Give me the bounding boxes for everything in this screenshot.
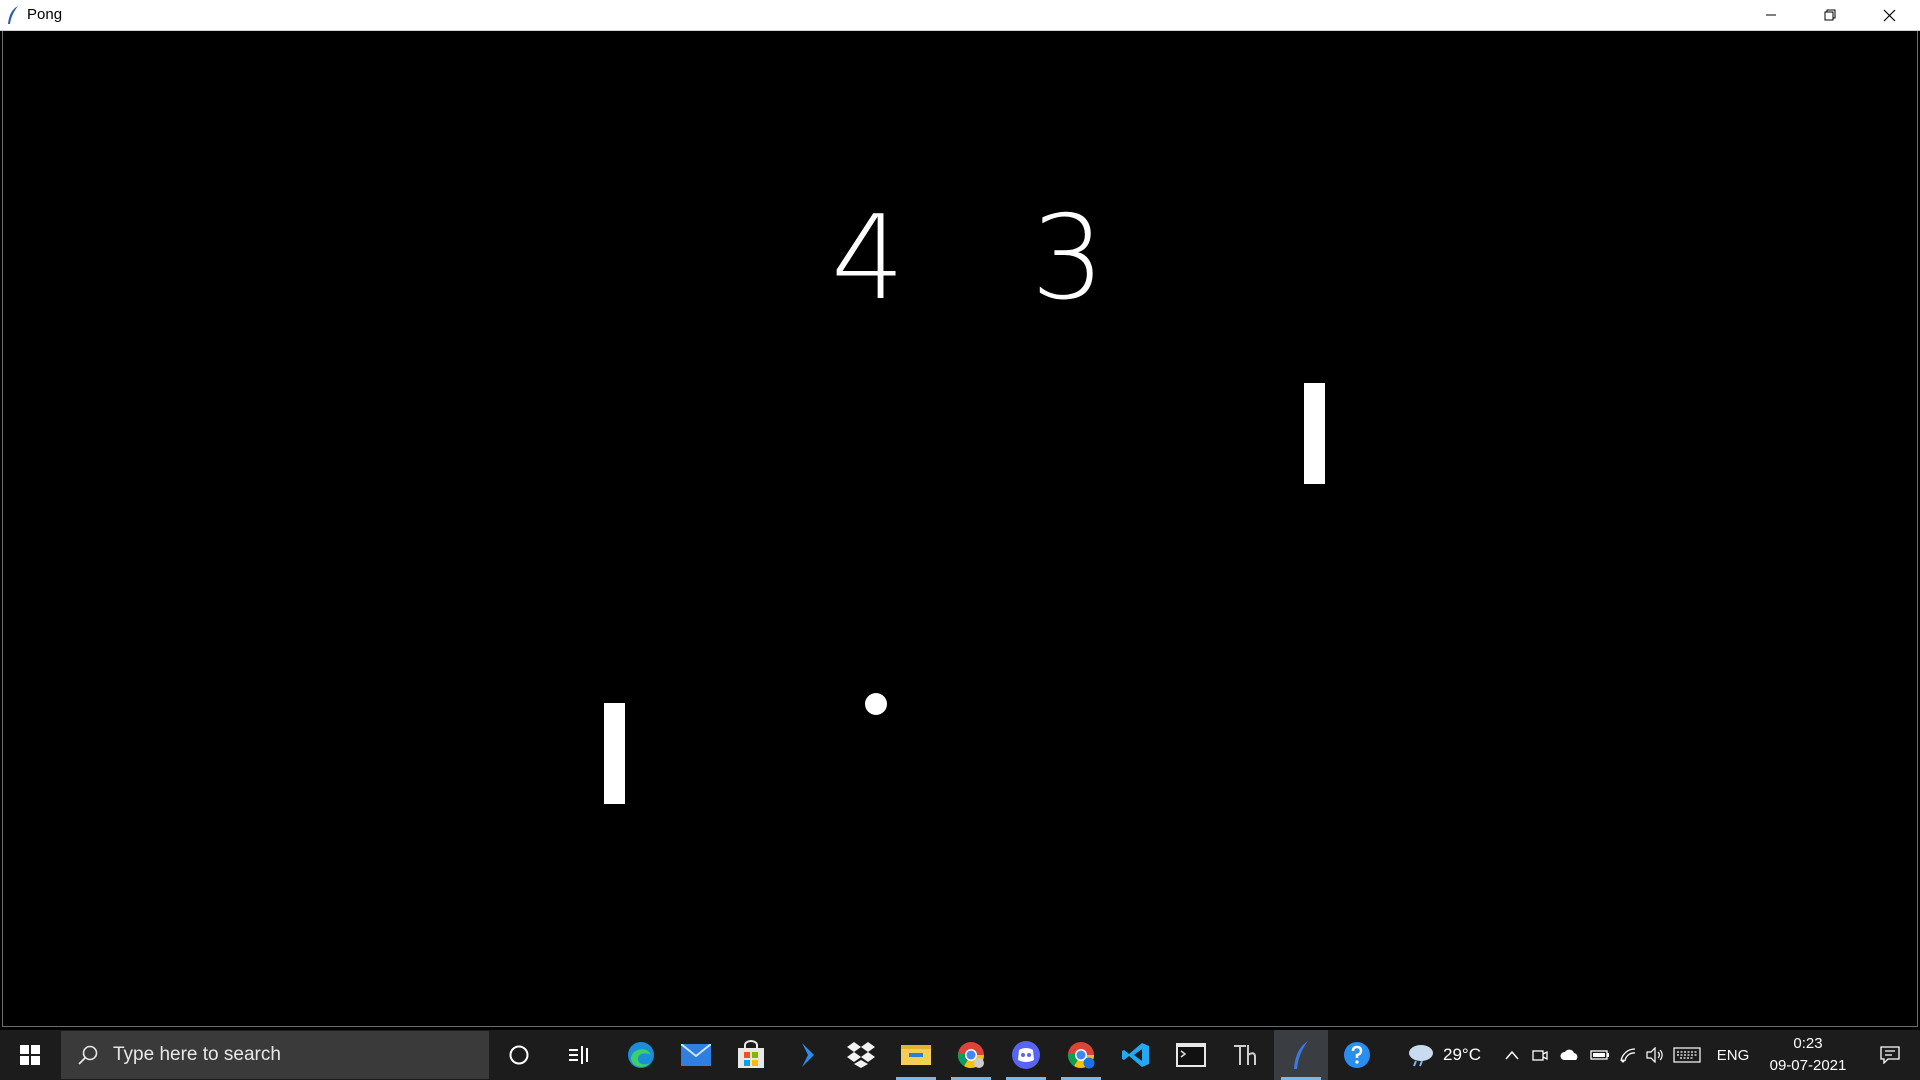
store-icon [738,1040,764,1068]
window-title-bar[interactable]: Pong [0,0,1920,31]
search-icon [78,1045,98,1065]
feather-app-icon [8,6,18,24]
weather-widget[interactable]: 29°C [1400,1030,1488,1080]
input-language[interactable]: ENG [1710,1030,1756,1080]
visual-studio-button[interactable] [779,1030,833,1080]
visual-studio-icon [802,1043,814,1067]
edge-button[interactable] [614,1030,668,1080]
clock-date: 09-07-2021 [1769,1057,1847,1074]
task-view-icon [569,1046,588,1064]
taskbar: Type here to search 29°C ENG 0:23 09-07-… [0,1030,1920,1080]
rain-cloud-icon [1409,1045,1433,1067]
keyboard-icon [1673,1047,1701,1063]
discord-button[interactable] [999,1030,1053,1080]
cloud-icon [1560,1049,1578,1060]
left-score: 4 [831,191,905,326]
tray-battery[interactable] [1588,1030,1612,1080]
dropbox-button[interactable] [834,1030,888,1080]
windows-logo-icon [20,1045,40,1065]
search-placeholder: Type here to search [113,1044,281,1065]
left-paddle [604,703,625,804]
minimize-icon [1766,14,1776,16]
weather-temperature: 29°C [1443,1045,1481,1064]
taskbar-search-box[interactable]: Type here to search [61,1031,489,1079]
chrome-button[interactable] [944,1030,998,1080]
vscode-button[interactable] [1109,1030,1163,1080]
tray-touch-keyboard[interactable] [1670,1030,1704,1080]
terminal-button[interactable] [1164,1030,1218,1080]
vscode-icon [1122,1043,1149,1067]
typora-button[interactable] [1219,1030,1273,1080]
microsoft-store-button[interactable] [724,1030,778,1080]
cortana-icon [509,1045,529,1065]
chrome-icon [957,1042,985,1069]
chevron-up-icon [1505,1050,1519,1060]
file-explorer-icon [901,1045,931,1065]
show-hidden-icons-button[interactable] [1500,1030,1524,1080]
camera-icon [1532,1050,1548,1061]
close-icon [1883,9,1895,21]
right-paddle [1304,383,1325,484]
python-feather-icon [1294,1041,1308,1069]
speaker-icon [1646,1047,1663,1063]
notification-icon [1880,1046,1900,1064]
task-view-button[interactable] [552,1030,606,1080]
dropbox-icon [847,1042,875,1068]
pong-python-button[interactable] [1274,1030,1328,1080]
minimize-button[interactable] [1742,0,1800,30]
terminal-icon [1176,1043,1206,1067]
close-button[interactable] [1860,0,1918,30]
file-explorer-button[interactable] [889,1030,943,1080]
mail-icon [681,1044,711,1066]
discord-icon [1012,1041,1040,1069]
start-button[interactable] [0,1030,60,1080]
cortana-button[interactable] [492,1030,546,1080]
game-canvas[interactable]: 4 3 [2,31,1918,1027]
chrome-profile-icon [1067,1042,1095,1069]
wifi-icon [1620,1048,1636,1063]
tray-wifi[interactable] [1616,1030,1640,1080]
ball [865,693,887,715]
action-center-button[interactable] [1862,1030,1918,1080]
chrome-profile-button[interactable] [1054,1030,1108,1080]
right-score: 3 [1031,191,1105,326]
tray-meet-now[interactable] [1528,1030,1552,1080]
window-title: Pong [27,6,63,23]
tray-volume[interactable] [1643,1030,1667,1080]
typora-icon [1234,1045,1256,1065]
clock-time: 0:23 [1793,1035,1823,1052]
battery-icon [1590,1050,1609,1060]
mail-button[interactable] [669,1030,723,1080]
tray-onedrive[interactable] [1556,1030,1584,1080]
language-label: ENG [1716,1046,1750,1064]
taskbar-clock[interactable]: 0:23 09-07-2021 [1764,1033,1852,1077]
restore-icon [1824,9,1836,21]
restore-button[interactable] [1801,0,1859,30]
help-button[interactable] [1330,1030,1384,1080]
edge-icon [628,1042,654,1068]
help-icon [1344,1042,1370,1068]
